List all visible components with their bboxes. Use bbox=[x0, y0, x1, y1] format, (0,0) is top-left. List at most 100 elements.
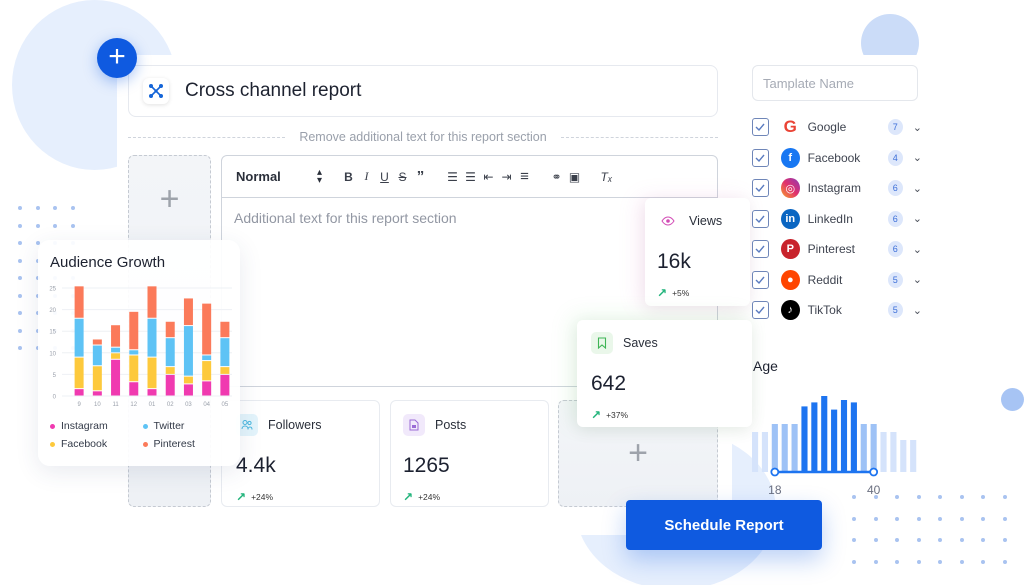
posts-metric-card: Posts 1265 ↗ +24% bbox=[390, 400, 549, 507]
bar-segment-facebook bbox=[202, 361, 212, 381]
decorative-dot bbox=[873, 559, 878, 564]
chevron-down-icon[interactable]: ⌄ bbox=[913, 182, 922, 195]
x-tick-label: 9 bbox=[77, 402, 81, 408]
metric-change: +24% bbox=[251, 492, 274, 502]
bar-segment-twitter bbox=[202, 355, 212, 361]
range-min-label: 18 bbox=[768, 483, 782, 497]
decorative-dot bbox=[53, 206, 57, 210]
range-handle-max[interactable] bbox=[869, 467, 879, 477]
channel-count-badge: 6 bbox=[887, 210, 903, 227]
decorative-dot bbox=[1002, 495, 1007, 499]
y-tick-label: 15 bbox=[49, 330, 56, 336]
decorative-dot bbox=[959, 516, 964, 521]
channel-row-facebook: f Facebook 4 ⌄ bbox=[752, 143, 922, 174]
histogram-bar bbox=[771, 424, 778, 472]
blockquote-button[interactable]: ” bbox=[412, 168, 429, 185]
decorative-dot bbox=[18, 206, 22, 210]
remove-text-section-link[interactable]: Remove additional text for this report s… bbox=[285, 130, 560, 144]
channel-name: TikTok bbox=[807, 303, 842, 318]
decorative-dot bbox=[938, 516, 942, 521]
legend-item: Instagram bbox=[50, 420, 143, 432]
bar-segment-facebook bbox=[147, 357, 157, 389]
channel-checkbox[interactable] bbox=[752, 118, 769, 137]
bar-segment-facebook bbox=[92, 366, 102, 391]
clear-format-button[interactable]: Tₓ bbox=[598, 170, 615, 184]
metric-value: 642 bbox=[591, 372, 627, 395]
tiktok-logo-icon: ♪ bbox=[780, 300, 800, 321]
italic-button[interactable]: I bbox=[358, 169, 375, 184]
bar-segment-pinterest bbox=[129, 311, 139, 350]
chevron-down-icon[interactable]: ⌄ bbox=[913, 304, 922, 317]
chevron-down-icon[interactable]: ⌄ bbox=[913, 273, 922, 286]
add-section-button[interactable]: + bbox=[97, 38, 137, 78]
chevron-down-icon[interactable]: ⌄ bbox=[913, 151, 922, 164]
channel-checkbox[interactable] bbox=[752, 270, 769, 289]
decorative-dot bbox=[53, 223, 57, 228]
underline-button[interactable]: U bbox=[376, 170, 393, 184]
image-button[interactable]: ▣ bbox=[566, 170, 583, 184]
views-metric-card: Views 16k ↗ +5% bbox=[645, 198, 750, 306]
histogram-bar bbox=[860, 424, 867, 472]
bar-segment-facebook bbox=[129, 355, 139, 382]
decorative-dot bbox=[916, 559, 921, 564]
channel-checkbox[interactable] bbox=[752, 240, 769, 259]
report-title-field[interactable]: Cross channel report bbox=[128, 65, 718, 117]
template-name-input[interactable] bbox=[752, 65, 918, 101]
histogram-bar bbox=[880, 432, 887, 472]
channel-checkbox[interactable] bbox=[752, 179, 769, 198]
legend-swatch bbox=[50, 423, 55, 429]
audience-growth-chart: 05101520259 10 11 12 01 02 03 04 05 bbox=[49, 286, 232, 408]
channel-count-badge: 5 bbox=[887, 302, 903, 319]
outdent-button[interactable]: ⇤ bbox=[480, 170, 497, 184]
decorative-dot bbox=[873, 516, 878, 521]
channel-name: Pinterest bbox=[807, 242, 855, 257]
histogram-bar bbox=[781, 424, 788, 472]
audience-growth-card: Audience Growth 0 5 10 15 20 25 9 10 11 12 01 02 03 0… bbox=[38, 240, 240, 466]
editor-text-area[interactable]: Additional text for this report section bbox=[222, 198, 717, 238]
bar-segment-twitter bbox=[183, 326, 193, 376]
chevron-down-icon[interactable]: ⌄ bbox=[913, 212, 922, 225]
y-tick-label: 25 bbox=[49, 287, 56, 293]
decorative-dot bbox=[959, 538, 964, 542]
trend-up-icon: ↗ bbox=[591, 408, 602, 422]
editor-toolbar: Normal ▴ ▾ B I U S ” ☰ ☰ ⇤ ⇥ ≡ ⚭ ▣ Tₓ bbox=[222, 156, 717, 198]
histogram-bar bbox=[870, 424, 877, 472]
followers-metric-card: Followers 4.4k ↗ +24% bbox=[221, 400, 380, 507]
link-button[interactable]: ⚭ bbox=[548, 170, 565, 184]
channel-checkbox[interactable] bbox=[752, 301, 769, 320]
schedule-report-button[interactable]: Schedule Report bbox=[626, 500, 822, 550]
chevron-down-icon[interactable]: ⌄ bbox=[913, 121, 922, 134]
x-tick-label: 11 bbox=[112, 402, 119, 408]
metric-label: Followers bbox=[268, 418, 322, 432]
chevron-down-icon[interactable]: ⌄ bbox=[913, 243, 922, 256]
histogram-bar bbox=[840, 400, 848, 472]
ordered-list-button[interactable]: ☰ bbox=[444, 170, 461, 184]
bullet-list-button[interactable]: ☰ bbox=[462, 170, 479, 184]
channel-checkbox[interactable] bbox=[752, 148, 769, 167]
channel-count-badge: 4 bbox=[887, 149, 903, 166]
bar-segment-facebook bbox=[74, 357, 84, 389]
bar-segment-pinterest bbox=[220, 321, 230, 338]
bar-segment-instagram bbox=[92, 391, 102, 396]
x-tick-label: 12 bbox=[130, 402, 137, 408]
instagram-logo-icon: ◎ bbox=[780, 178, 800, 199]
align-button[interactable]: ≡ bbox=[516, 168, 533, 185]
bar-segment-instagram bbox=[129, 382, 139, 396]
checkmark-icon bbox=[755, 123, 766, 132]
decorative-dot bbox=[1002, 516, 1007, 521]
section-divider: Remove additional text for this report s… bbox=[128, 128, 719, 146]
checkmark-icon bbox=[755, 306, 766, 315]
range-max-label: 40 bbox=[867, 483, 881, 497]
decorative-dot bbox=[18, 258, 22, 263]
channel-checkbox[interactable] bbox=[752, 209, 769, 228]
bold-button[interactable]: B bbox=[340, 170, 357, 184]
indent-button[interactable]: ⇥ bbox=[498, 170, 515, 184]
age-filter-label: Age bbox=[753, 358, 778, 374]
text-style-select[interactable]: Normal ▴ ▾ bbox=[236, 167, 326, 185]
histogram-bar bbox=[831, 409, 838, 472]
range-handle-min[interactable] bbox=[770, 467, 780, 477]
x-tick-label: 01 bbox=[149, 402, 156, 408]
decorative-dot bbox=[916, 538, 921, 542]
strikethrough-button[interactable]: S bbox=[394, 170, 411, 184]
histogram-bar bbox=[821, 396, 828, 472]
